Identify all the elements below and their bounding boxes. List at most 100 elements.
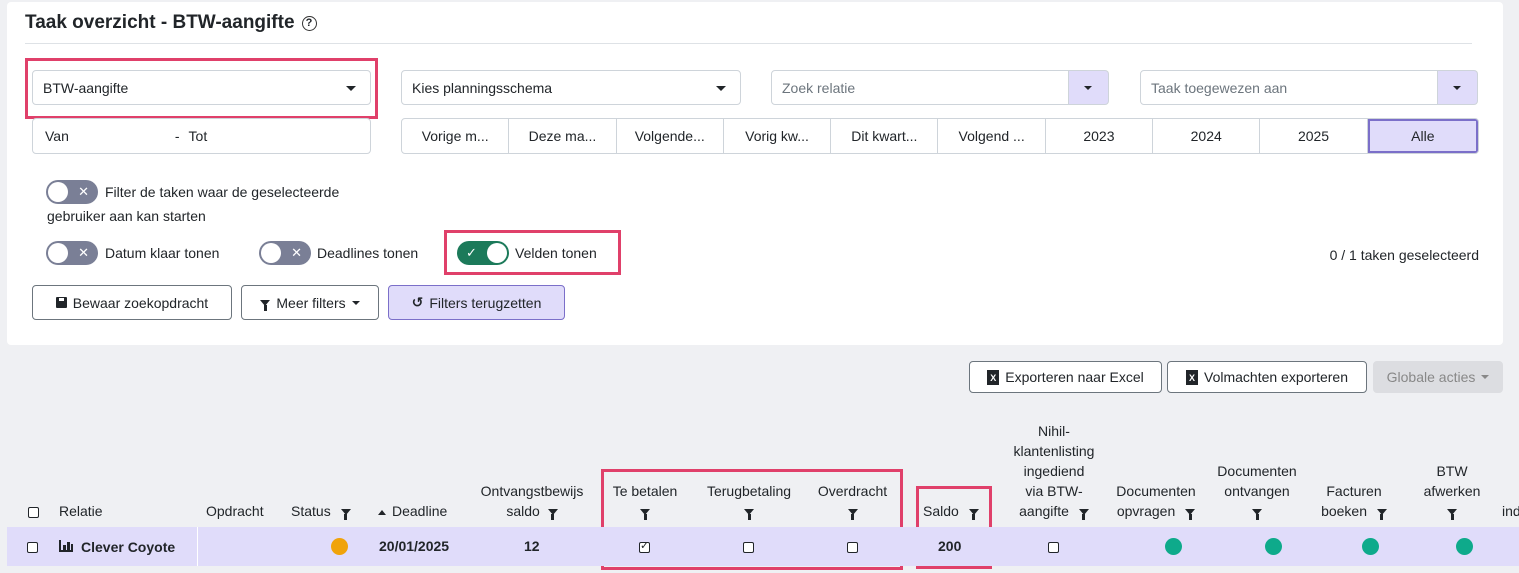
period-button[interactable]: Deze ma... [509, 119, 617, 153]
col-header-status-label: Status [291, 503, 331, 519]
row-checkbox[interactable] [27, 542, 38, 553]
export-excel-button[interactable]: X Exporteren naar Excel [969, 361, 1162, 393]
filter-icon[interactable] [744, 509, 754, 521]
toggle-deadlines[interactable]: ✕ [259, 241, 311, 265]
filter-icon[interactable] [1078, 509, 1089, 521]
col-header-relatie[interactable]: Relatie [59, 501, 103, 521]
col-header-deadline[interactable]: Deadline [378, 501, 447, 521]
relation-search[interactable]: Zoek relatie [771, 70, 1109, 105]
step-dot-doc-opvragen[interactable] [1165, 538, 1182, 555]
planning-schema-select[interactable]: Kies planningsschema [401, 70, 741, 105]
filter-icon[interactable] [340, 509, 351, 521]
filter-icon[interactable] [847, 509, 858, 521]
relation-search-input[interactable]: Zoek relatie [771, 70, 1069, 105]
col-header-btw[interactable]: BTW afwerken [1418, 461, 1486, 521]
check-icon: ✓ [466, 245, 477, 260]
global-actions-label: Globale acties [1386, 369, 1476, 385]
period-button[interactable]: Volgende... [617, 119, 724, 153]
step-dot-facturen[interactable] [1362, 538, 1379, 555]
col-header-doc-opvragen[interactable]: Documenten opvragen [1110, 481, 1202, 521]
col-header-saldo[interactable]: Saldo [923, 501, 979, 521]
row-deadline: 20/01/2025 [379, 538, 450, 554]
excel-file-icon: X [1186, 369, 1198, 385]
task-type-value: BTW-aangifte [43, 79, 129, 96]
col-header-nihil-line5: aangifte [1019, 503, 1069, 519]
col-header-overdracht[interactable]: Overdracht [810, 481, 895, 521]
assignee-search[interactable]: Taak toegewezen aan [1140, 70, 1478, 105]
period-button[interactable]: 2025 [1260, 119, 1368, 153]
col-header-ontvangstbewijs[interactable]: Ontvangstbewijs saldo [474, 481, 590, 521]
date-from[interactable]: Van [45, 128, 69, 144]
chevron-down-icon [346, 86, 356, 91]
col-header-btw-line2: afwerken [1423, 483, 1481, 499]
period-button[interactable]: Vorige m... [402, 119, 510, 153]
filter-icon[interactable] [1447, 509, 1457, 521]
filter-icon[interactable] [547, 509, 558, 521]
filter-icon[interactable] [1252, 509, 1262, 521]
filter-icon[interactable] [968, 509, 979, 521]
save-search-button[interactable]: Bewaar zoekopdracht [32, 285, 232, 320]
export-mandates-button[interactable]: X Volmachten exporteren [1167, 361, 1367, 393]
task-type-select[interactable]: BTW-aangifte [32, 70, 371, 105]
col-header-ontvangst-line1: Ontvangstbewijs [480, 483, 584, 499]
excel-file-icon: X [987, 369, 1000, 385]
col-header-facturen[interactable]: Facturen boeken [1314, 481, 1394, 521]
page-title: Taak overzicht - BTW-aangifte ? [25, 12, 317, 34]
col-header-opdracht[interactable]: Opdracht [206, 501, 264, 521]
export-mandates-label: Volmachten exporteren [1204, 369, 1348, 385]
period-button[interactable]: Volgend ... [938, 119, 1046, 153]
col-header-btw-line1: BTW [1436, 463, 1468, 479]
toggle-fields[interactable]: ✓ [457, 241, 509, 265]
col-header-status[interactable]: Status [291, 501, 351, 521]
col-header-doc-opvragen-line2: opvragen [1116, 503, 1176, 519]
row-relatie[interactable]: Clever Coyote [81, 539, 175, 555]
toggle-startable-label-1: Filter de taken waar de geselecteerde [105, 184, 340, 200]
col-header-te-betalen[interactable]: Te betalen [603, 481, 687, 521]
filter-icon[interactable] [1376, 509, 1387, 521]
global-actions-button[interactable]: Globale acties [1373, 361, 1503, 393]
toggle-startable[interactable]: ✕ [46, 180, 98, 204]
more-filters-label: Meer filters [276, 294, 346, 311]
toggle-startable-label-2: gebruiker aan kan starten [47, 208, 206, 224]
row-nihil-checkbox[interactable] [1048, 542, 1059, 553]
reset-filters-button[interactable]: ↺ Filters terugzetten [388, 285, 565, 320]
relation-dropdown-button[interactable] [1069, 70, 1109, 105]
table-row[interactable] [7, 527, 1519, 566]
row-terugbetaling-checkbox[interactable] [743, 542, 754, 553]
filter-icon[interactable] [1185, 509, 1196, 521]
col-header-terugbetaling[interactable]: Terugbetaling [700, 481, 798, 521]
filter-icon[interactable] [640, 509, 650, 521]
period-button[interactable]: 2024 [1153, 119, 1261, 153]
col-header-doc-ontvangen-line1: Documenten [1217, 463, 1297, 479]
toggle-date-done[interactable]: ✕ [46, 241, 98, 265]
col-header-nihil-line4: via BTW- [1025, 483, 1083, 499]
assignee-search-input[interactable]: Taak toegewezen aan [1140, 70, 1438, 105]
caret-down-icon [1481, 375, 1490, 379]
row-overdracht-checkbox[interactable] [847, 542, 858, 553]
help-icon[interactable]: ? [301, 15, 317, 31]
row-divider [197, 527, 198, 566]
period-button-group: Vorige m... Deze ma... Volgende... Vorig… [401, 118, 1479, 154]
col-header-doc-opvragen-line1: Documenten [1116, 483, 1196, 499]
period-button[interactable]: 2023 [1046, 119, 1154, 153]
col-header-doc-ontvangen[interactable]: Documenten ontvangen [1212, 461, 1302, 521]
planning-schema-value: Kies planningsschema [412, 79, 553, 96]
period-button-active[interactable]: Alle [1367, 119, 1478, 153]
step-dot-doc-ontvangen[interactable] [1265, 538, 1282, 555]
col-header-nihil[interactable]: Nihil- klantenlisting ingediend via BTW-… [1004, 421, 1104, 521]
save-search-label: Bewaar zoekopdracht [72, 294, 209, 311]
col-header-cut[interactable]: ind [1502, 501, 1519, 521]
period-button[interactable]: Dit kwart... [831, 119, 939, 153]
more-filters-button[interactable]: Meer filters [241, 285, 379, 320]
date-range-input[interactable]: Van - Tot [32, 118, 371, 154]
col-header-nihil-line2: klantenlisting [1013, 443, 1095, 459]
row-te-betalen-checkbox[interactable] [639, 539, 650, 553]
col-header-te-betalen-label: Te betalen [612, 483, 678, 499]
step-dot-btw[interactable] [1456, 538, 1473, 555]
date-to[interactable]: Tot [189, 128, 208, 144]
select-all-checkbox[interactable] [28, 507, 39, 518]
date-separator: - [174, 128, 180, 144]
period-button[interactable]: Vorig kw... [724, 119, 832, 153]
toggle-date-done-label: Datum klaar tonen [105, 245, 220, 261]
assignee-dropdown-button[interactable] [1438, 70, 1478, 105]
